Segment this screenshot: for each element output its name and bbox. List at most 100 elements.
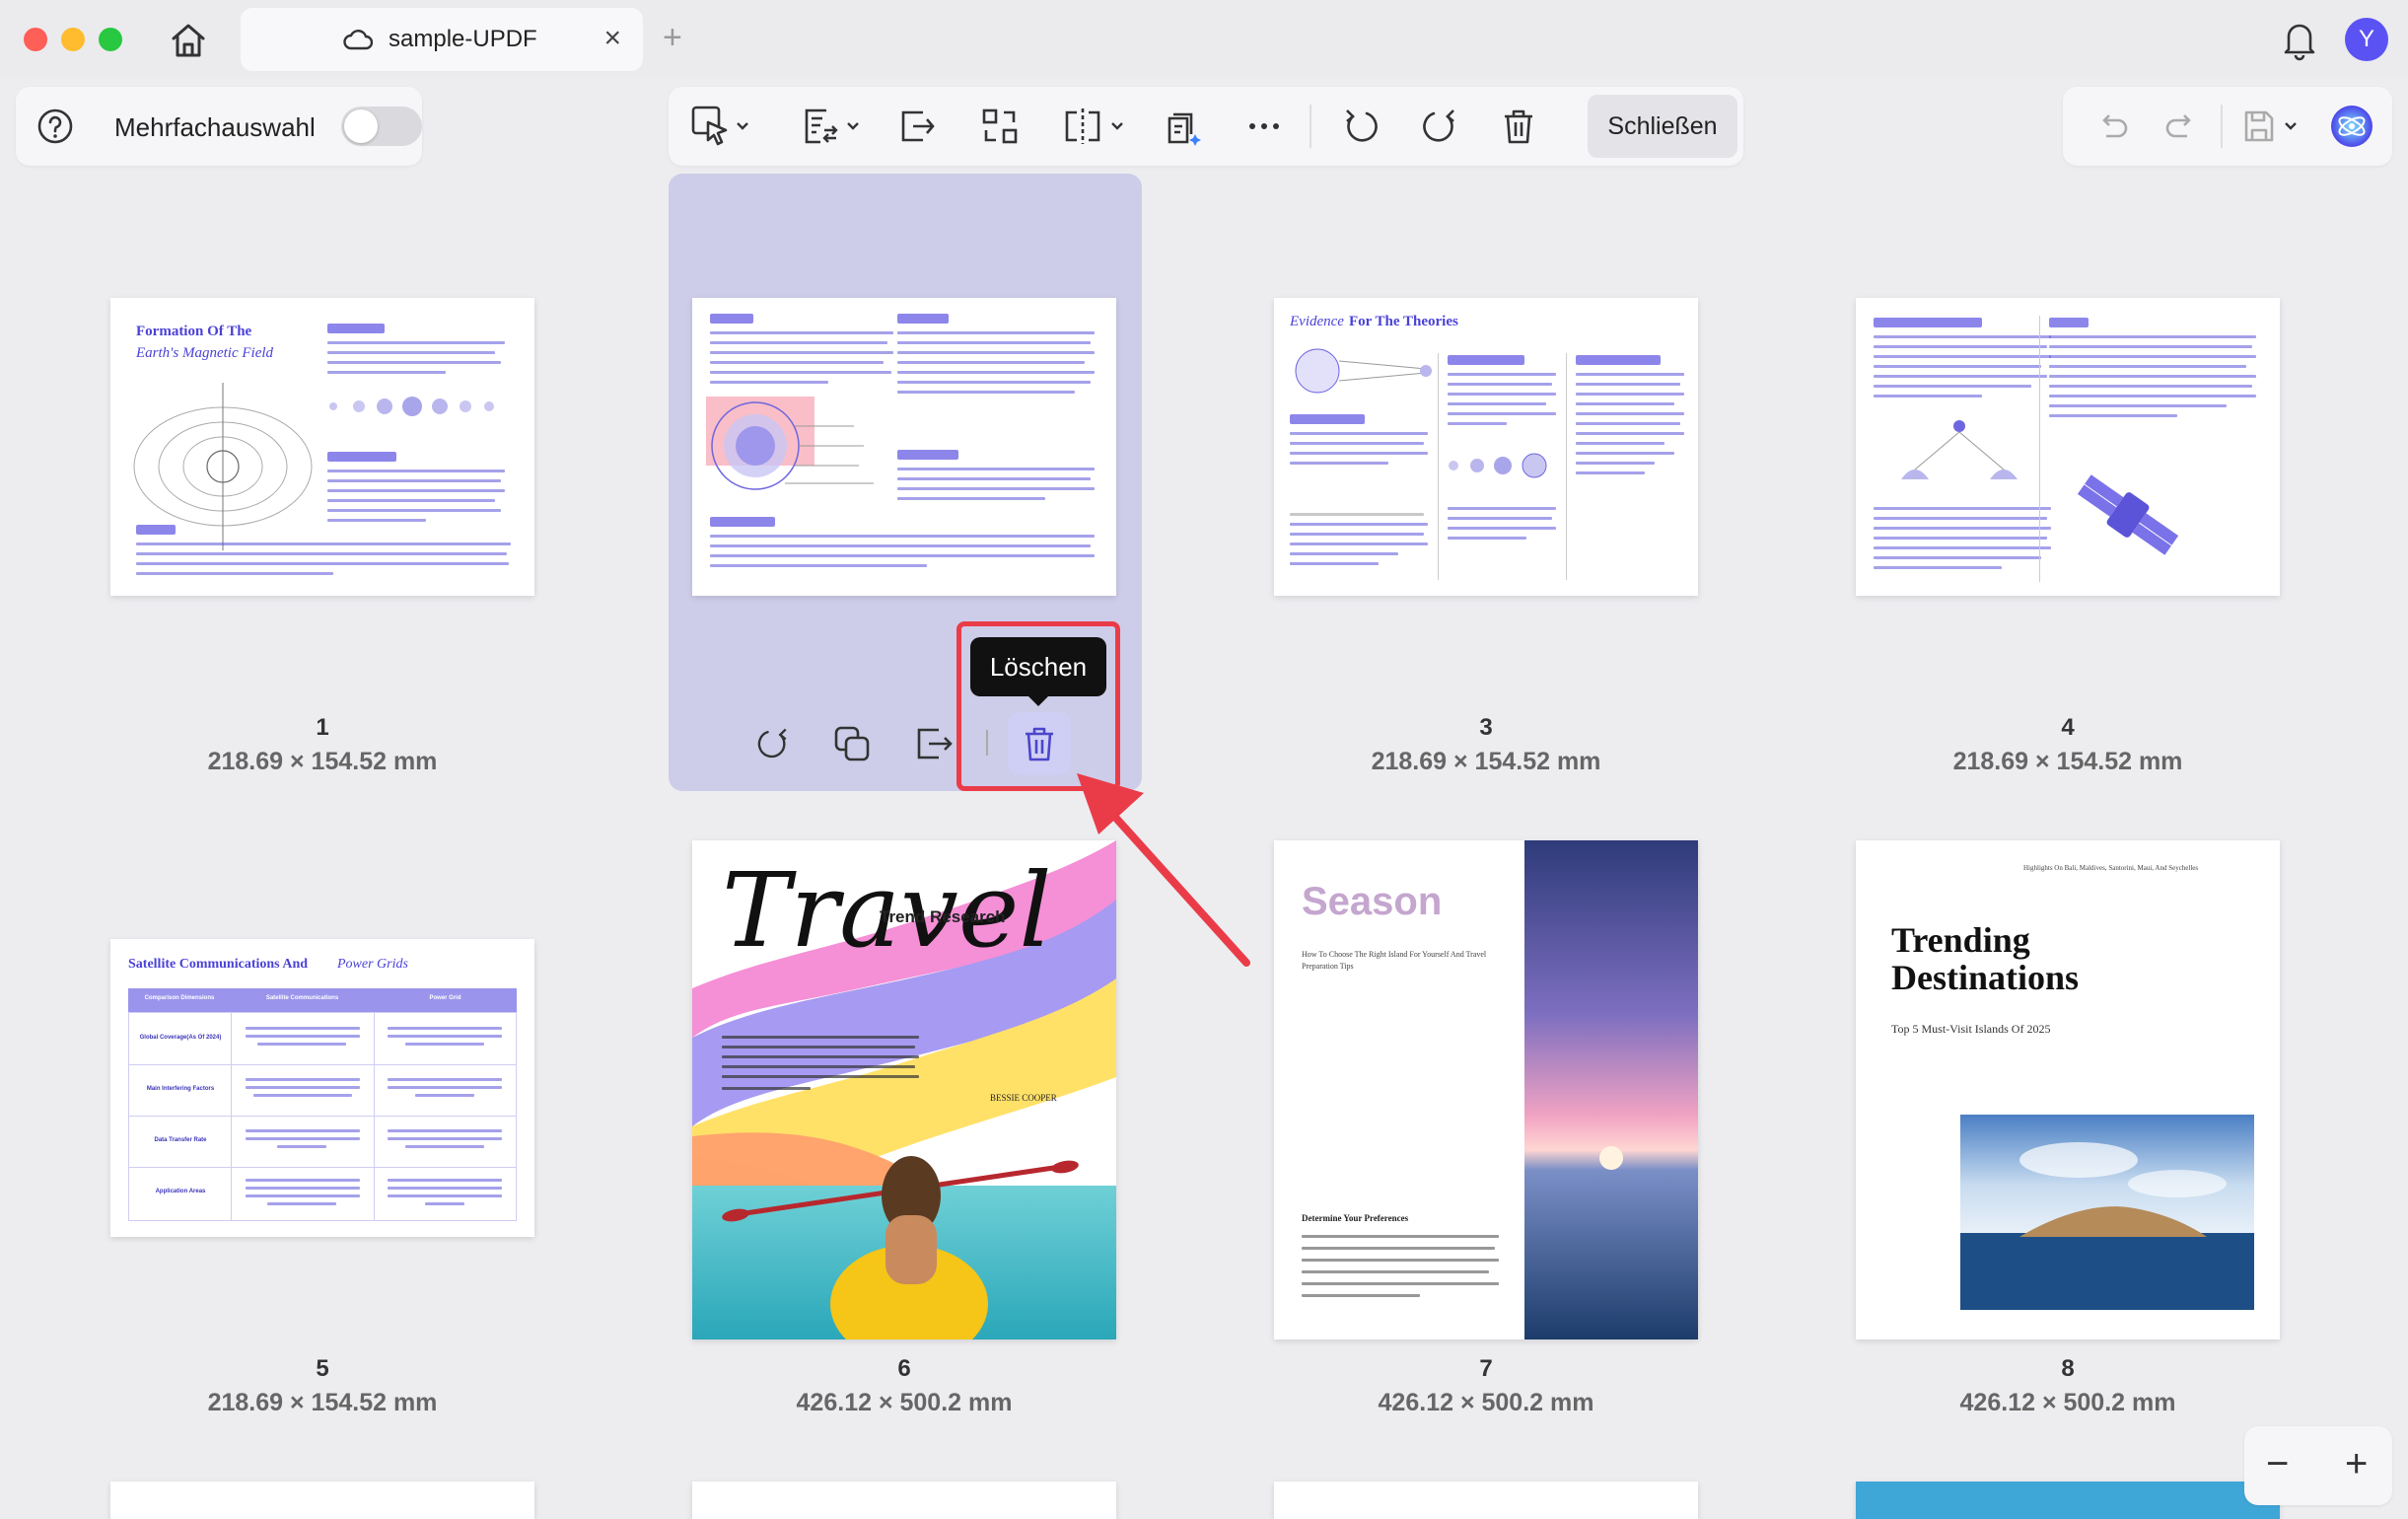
delete-page-button[interactable]	[1497, 103, 1540, 150]
table-header-cell: Power Grid	[429, 995, 461, 1001]
section-tag	[327, 324, 385, 333]
page-title: Satellite Communications And	[128, 957, 309, 972]
page-size-8: 426.12 × 500.2 mm	[1959, 1389, 2176, 1416]
redo-icon	[2165, 114, 2191, 138]
chevron-down-icon	[847, 122, 859, 130]
page-thumbnail-6[interactable]: Travel Trend Research BESSIE COOPER	[692, 840, 1116, 1339]
page-title-line2: Destinations	[1891, 958, 2080, 997]
cloud-icon	[343, 30, 373, 50]
avatar[interactable]: Y	[2345, 18, 2388, 61]
toolbar-divider	[1310, 105, 1311, 148]
page-subtitle: Trend Research	[880, 907, 1006, 926]
selection-toolbar: Mehrfachauswahl	[16, 87, 422, 166]
multi-select-toggle[interactable]	[341, 107, 422, 146]
toggle-knob	[344, 109, 378, 143]
more-button[interactable]	[1244, 103, 1284, 150]
satellite-diagram	[1295, 348, 1432, 394]
page-thumbnail-5[interactable]: Satellite Communications And Power Grids…	[110, 939, 534, 1237]
page-number-4: 4	[2061, 714, 2075, 741]
extract-page-icon	[917, 728, 953, 760]
crop-icon	[982, 108, 1018, 144]
rotate-right-icon	[1423, 109, 1454, 142]
zoom-in-button[interactable]: +	[2345, 1442, 2368, 1485]
page-size-5: 218.69 × 154.52 mm	[207, 1389, 438, 1416]
page-subtitle: Power Grids	[337, 957, 408, 972]
duplicate-page-button[interactable]	[824, 716, 880, 771]
delete-icon	[1505, 109, 1532, 144]
minimize-window-button[interactable]	[61, 28, 85, 51]
page-thumbnail-11[interactable]	[1274, 1482, 1698, 1519]
planet-row	[329, 397, 494, 416]
ai-assistant-button[interactable]	[2329, 103, 2374, 150]
page-thumbnail-8[interactable]: Highlights On Bali, Maldives, Santorini,…	[1856, 840, 2280, 1339]
page-thumbnail-9[interactable]	[110, 1482, 534, 1519]
replace-icon	[901, 110, 935, 142]
page-thumbnail-7[interactable]: Season How To Choose The Right Island Fo…	[1274, 840, 1698, 1339]
island-photo	[1960, 1115, 2254, 1310]
undo-icon	[2102, 114, 2128, 138]
home-icon[interactable]	[166, 18, 211, 63]
table-row-label: Global Coverage(As Of 2024)	[139, 1035, 222, 1041]
satellite-network-diagram	[1901, 420, 2018, 479]
table-header-cell: Comparison Dimensions	[144, 995, 215, 1001]
page-topline: Highlights On Bali, Maldives, Santorini,…	[2023, 864, 2199, 872]
page-subtitle: Earth's Magnetic Field	[136, 345, 274, 361]
rotate-left-button[interactable]	[1339, 103, 1382, 150]
rotate-right-icon	[757, 728, 787, 759]
page-title: Formation Of The	[136, 324, 252, 339]
ai-page-button[interactable]	[1162, 103, 1205, 150]
split-button[interactable]	[1061, 103, 1124, 150]
extract-button[interactable]	[801, 103, 860, 150]
page-size-3: 218.69 × 154.52 mm	[1371, 748, 1601, 775]
rotate-page-button[interactable]	[745, 716, 801, 771]
bell-icon[interactable]	[2280, 18, 2319, 61]
page-thumbnail-3[interactable]: Evidence For The Theories	[1274, 298, 1698, 596]
page-number-5: 5	[316, 1355, 329, 1382]
replace-button[interactable]	[895, 103, 939, 150]
crop-button[interactable]	[978, 103, 1022, 150]
chevron-down-icon	[737, 122, 748, 130]
comparison-table: Global Coverage(As Of 2024) Main Interfe…	[128, 1012, 517, 1221]
section-heading: Determine Your Preferences	[1302, 1213, 1409, 1223]
page-toolbar: Schließen	[669, 87, 1743, 166]
rotate-right-button[interactable]	[1418, 103, 1461, 150]
page-thumbnail-10[interactable]	[692, 1482, 1116, 1519]
more-icon	[1249, 123, 1279, 129]
multi-select-label: Mehrfachauswahl	[114, 112, 316, 142]
chevron-down-icon	[1111, 122, 1123, 130]
page-size-7: 426.12 × 500.2 mm	[1378, 1389, 1594, 1416]
planet-row	[1449, 453, 1547, 478]
table-header-cell: Satellite Communications	[265, 995, 339, 1001]
satellite-illustration	[2077, 474, 2179, 555]
close-button[interactable]: Schließen	[1588, 95, 1737, 158]
maximize-window-button[interactable]	[99, 28, 122, 51]
document-tab[interactable]: sample-UPDF ×	[241, 8, 643, 71]
ai-page-icon	[1168, 112, 1201, 146]
page-size-1: 218.69 × 154.52 mm	[207, 748, 438, 775]
tab-title: sample-UPDF	[389, 26, 537, 52]
extract-page-button[interactable]	[907, 716, 962, 771]
new-tab-icon[interactable]: +	[663, 18, 682, 57]
close-window-button[interactable]	[24, 28, 47, 51]
author-name: BESSIE COOPER	[990, 1093, 1057, 1103]
page-thumbnail-4[interactable]	[1856, 298, 2280, 596]
tab-close-icon[interactable]: ×	[603, 24, 621, 53]
extract-icon	[805, 108, 838, 144]
table-row-label: Application Areas	[155, 1189, 206, 1194]
page-number-8: 8	[2061, 1355, 2075, 1382]
page-number-1: 1	[316, 714, 329, 741]
page-subtitle: For The Theories	[1349, 314, 1458, 329]
page-thumbnail-1[interactable]: Formation Of The Earth's Magnetic Field	[110, 298, 534, 596]
help-icon[interactable]	[35, 107, 75, 146]
page-thumbnail-2[interactable]	[692, 298, 1116, 596]
select-tool-button[interactable]	[690, 103, 749, 150]
save-button[interactable]	[2238, 103, 2298, 150]
redo-button[interactable]	[2161, 103, 2201, 150]
title-bar: sample-UPDF × + Y	[0, 0, 2408, 79]
page-thumbnail-12[interactable]	[1856, 1482, 2280, 1519]
table-row-label: Main Interfering Factors	[146, 1086, 215, 1092]
page-subtitle: How To Choose The Right Island For Yours…	[1302, 950, 1487, 971]
zoom-out-button[interactable]: −	[2266, 1442, 2289, 1485]
copy-icon	[834, 726, 870, 761]
undo-button[interactable]	[2092, 103, 2132, 150]
